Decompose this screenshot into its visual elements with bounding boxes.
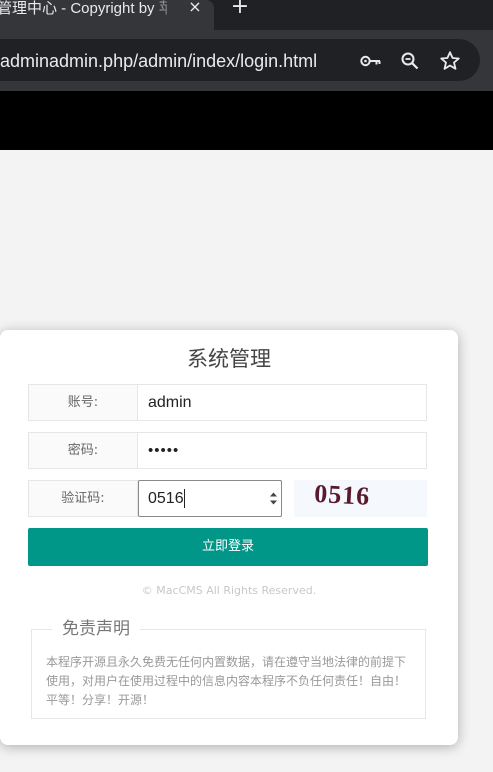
text-cursor <box>184 489 185 508</box>
captcha-row: 验证码: <box>28 480 282 517</box>
password-label: 密码: <box>29 433 138 468</box>
account-label: 账号: <box>29 385 138 420</box>
close-icon[interactable]: × <box>185 0 205 16</box>
captcha-input[interactable] <box>139 481 259 516</box>
disclaimer-box: 免责声明 本程序开源且永久免费无任何内置数据，请在遵守当地法律的前提下使用，对用… <box>31 618 426 719</box>
login-card: 系统管理 账号: 密码: ••••• 验证码: 立即登录 © MacCMS Al… <box>0 330 458 745</box>
browser-tab[interactable]: 管理中心 - Copyright by 苹 × <box>0 0 214 30</box>
page-header-bar <box>0 91 493 150</box>
new-tab-icon[interactable]: + <box>230 0 250 18</box>
page-title: 系统管理 <box>187 347 271 371</box>
copyright-text: © MacCMS All Rights Reserved. <box>141 584 317 597</box>
password-input[interactable]: ••••• <box>139 433 426 468</box>
captcha-label: 验证码: <box>29 481 138 516</box>
captcha-input-box[interactable] <box>138 480 282 517</box>
password-row: 密码: ••••• <box>28 432 427 469</box>
disclaimer-title: 免责声明 <box>52 618 140 640</box>
disclaimer-text: 本程序开源且永久免费无任何内置数据，请在遵守当地法律的前提下使用，对用户在使用过… <box>46 655 407 707</box>
tab-title-fade <box>152 0 176 20</box>
account-row: 账号: <box>28 384 427 421</box>
captcha-image-text: 0516 <box>314 480 371 511</box>
url-text[interactable]: adminadmin.php/admin/index/login.html <box>0 50 317 72</box>
captcha-image[interactable]: 0516 <box>294 479 427 517</box>
login-button[interactable]: 立即登录 <box>28 528 428 566</box>
account-input[interactable] <box>139 385 426 420</box>
key-icon[interactable] <box>358 49 382 73</box>
zoom-icon[interactable] <box>398 49 422 73</box>
browser-toolbar: adminadmin.php/admin/index/login.html <box>0 30 493 91</box>
star-icon[interactable] <box>438 49 462 73</box>
tab-title: 管理中心 - Copyright by 苹 <box>0 0 167 17</box>
tab-strip: 管理中心 - Copyright by 苹 × + <box>0 0 493 30</box>
number-spinner-icon[interactable] <box>269 490 278 507</box>
